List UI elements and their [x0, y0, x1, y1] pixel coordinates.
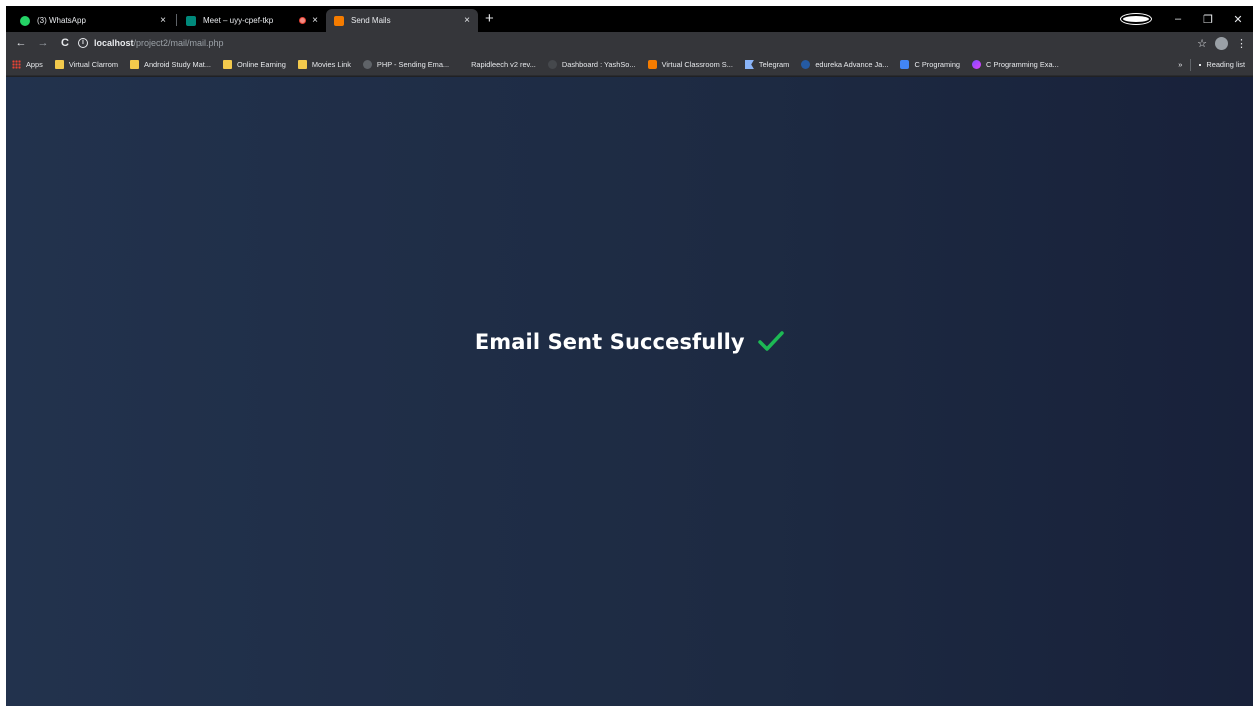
folder-icon [130, 60, 140, 69]
bookmark-star-icon[interactable]: ☆ [1197, 37, 1207, 50]
window-controls: – ❐ ✕ [1121, 6, 1253, 32]
bookmarks-right: » Reading list [1178, 58, 1245, 71]
bookmark-label: Online Earning [236, 60, 286, 69]
bookmark-folder[interactable]: Movies Link [297, 60, 351, 69]
bookmarks-overflow-button[interactable]: » [1178, 60, 1182, 69]
folder-icon [222, 60, 232, 69]
address-bar[interactable]: i localhost/project2/mail/mail.php [78, 34, 1178, 52]
forward-button[interactable]: → [34, 37, 52, 49]
bookmark-apps[interactable]: Apps [12, 60, 43, 69]
bookmark-link[interactable]: edureka Advance Ja... [801, 60, 888, 69]
tab-title: Meet – uyy-cpef-tkp [203, 16, 274, 25]
success-message: Email Sent Succesfully [6, 330, 1253, 354]
page-content: Email Sent Succesfully [6, 77, 1253, 706]
minimize-button[interactable]: – [1163, 13, 1193, 25]
bookmark-label: Movies Link [311, 60, 351, 69]
checkmark-icon [758, 331, 784, 351]
google-meet-icon [186, 15, 196, 26]
close-icon[interactable]: × [312, 15, 318, 26]
url-path: /project2/mail/mail.php [133, 38, 224, 48]
reading-list-label: Reading list [1206, 60, 1245, 69]
flag-icon [744, 60, 754, 69]
bookmark-link[interactable]: C Programming Exa... [972, 60, 1059, 69]
bookmark-label: Apps [26, 60, 43, 69]
globe-icon [362, 60, 372, 69]
bookmark-blue-icon [900, 60, 910, 69]
success-text: Email Sent Succesfully [474, 330, 745, 354]
browser-window: (3) WhatsApp × Meet – uyy-cpef-tkp × Sen… [6, 6, 1253, 706]
reload-button[interactable]: C [56, 37, 74, 49]
avatar[interactable] [1215, 36, 1228, 50]
bookmarks-bar: Apps Virtual Clarrom Android Study Mat..… [6, 54, 1253, 76]
bookmark-label: C Programing [914, 60, 961, 69]
bookmark-link[interactable]: Virtual Classroom S... [647, 60, 733, 69]
divider [1190, 58, 1192, 71]
close-icon[interactable]: × [464, 15, 470, 26]
classroom-icon [647, 60, 657, 69]
bookmark-link[interactable]: C Programing [900, 60, 960, 69]
folder-icon [54, 60, 64, 69]
reading-list-icon [1199, 63, 1202, 66]
tab-send-mails[interactable]: Send Mails × [326, 9, 478, 32]
url-host: localhost [94, 38, 134, 48]
bookmark-folder[interactable]: Online Earning [222, 60, 286, 69]
toolbar-actions: ☆ ⋮ [1197, 32, 1247, 54]
bookmark-label: edureka Advance Ja... [815, 60, 889, 69]
bookmark-label: Virtual Classroom S... [661, 60, 733, 69]
apps-icon [12, 60, 21, 69]
bookmark-label: Rapidleech v2 rev... [471, 60, 536, 69]
bookmark-label: C Programming Exa... [986, 60, 1059, 69]
bookmark-label: PHP - Sending Ema... [376, 60, 450, 69]
bookmark-link[interactable]: Telegram [744, 60, 790, 69]
close-window-button[interactable]: ✕ [1223, 13, 1253, 26]
reading-list-button[interactable]: Reading list [1199, 60, 1245, 69]
recording-icon [299, 17, 307, 24]
bookmark-folder[interactable]: Virtual Clarrom [54, 60, 119, 69]
bookmark-folder[interactable]: Android Study Mat... [130, 60, 211, 69]
bookmark-link[interactable]: PHP - Sending Ema... [362, 60, 450, 69]
toolbar: ← → C i localhost/project2/mail/mail.php… [6, 32, 1253, 54]
folder-icon [297, 60, 307, 69]
bookmark-label: Telegram [758, 60, 790, 69]
bookmark-label: Virtual Clarrom [68, 60, 119, 69]
chrome-profile-icon[interactable] [1121, 14, 1151, 24]
new-tab-button[interactable]: + [485, 11, 494, 26]
bookmark-link[interactable]: Dashboard : YashSo... [547, 60, 636, 69]
mail-icon [334, 15, 344, 26]
bookmark-label: Dashboard : YashSo... [561, 60, 636, 69]
tab-title: (3) WhatsApp [37, 16, 86, 25]
tab-divider [176, 14, 177, 26]
close-icon[interactable]: × [160, 15, 166, 26]
tab-strip: (3) WhatsApp × Meet – uyy-cpef-tkp × Sen… [6, 6, 1253, 32]
tab-title: Send Mails [351, 16, 391, 25]
bookmark-label: Android Study Mat... [144, 60, 211, 69]
restore-button[interactable]: ❐ [1193, 13, 1223, 26]
site-info-icon[interactable]: i [78, 38, 88, 48]
tab-whatsapp[interactable]: (3) WhatsApp × [12, 9, 174, 32]
edureka-icon [801, 60, 811, 69]
c-programming-icon [972, 60, 982, 69]
back-button[interactable]: ← [12, 37, 30, 49]
bookmark-link[interactable]: Rapidleech v2 rev... [471, 60, 536, 69]
tab-meet[interactable]: Meet – uyy-cpef-tkp × [178, 9, 326, 32]
whatsapp-icon [20, 15, 30, 26]
menu-icon[interactable]: ⋮ [1236, 37, 1247, 50]
dashboard-icon [547, 60, 557, 69]
